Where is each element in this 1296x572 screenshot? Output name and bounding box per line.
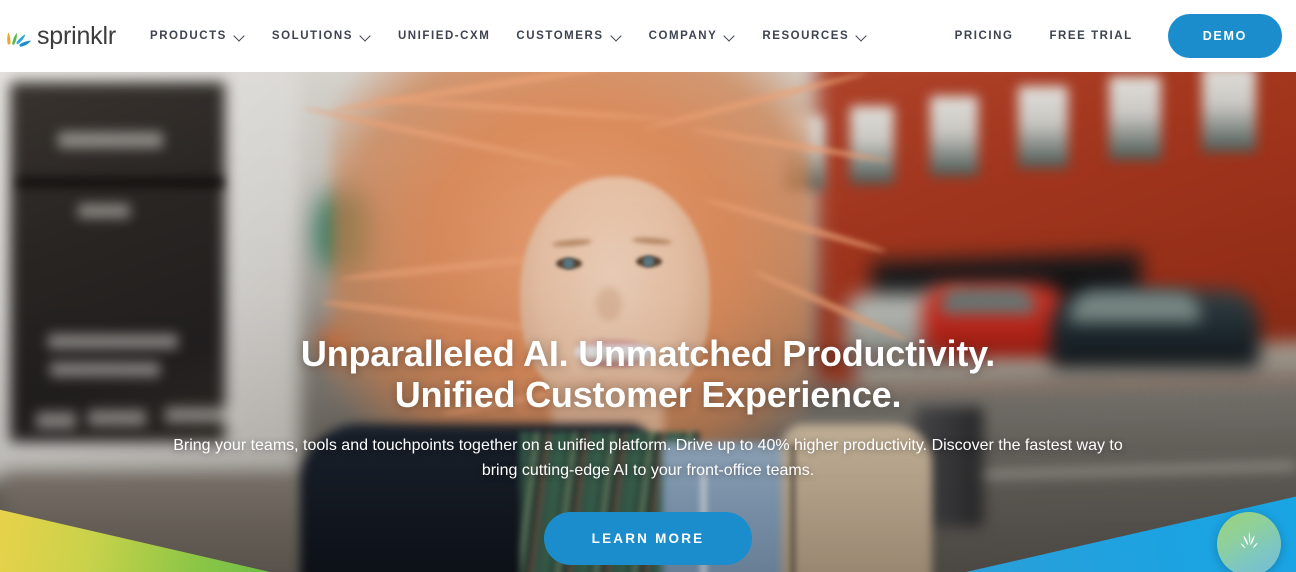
header-utility-group: PRICING FREE TRIAL DEMO	[937, 0, 1282, 72]
nav-item-label: UNIFIED-CXM	[397, 30, 491, 42]
chevron-down-icon	[235, 31, 246, 42]
nav-item-company[interactable]: COMPANY	[636, 0, 750, 72]
hero-subheadline-line-1: Bring your teams, tools and touchpoints …	[173, 437, 1105, 454]
nav-item-solutions[interactable]: SOLUTIONS	[259, 0, 385, 72]
hero-subheadline: Bring your teams, tools and touchpoints …	[173, 433, 1123, 483]
chevron-down-icon	[612, 31, 623, 42]
nav-item-label: CUSTOMERS	[516, 30, 604, 42]
hero-content: Unparalleled AI. Unmatched Productivity.…	[0, 72, 1296, 572]
nav-item-label: SOLUTIONS	[271, 30, 353, 42]
pricing-link[interactable]: PRICING	[937, 30, 1032, 42]
chat-widget-button[interactable]	[1217, 512, 1281, 572]
primary-nav: PRODUCTS SOLUTIONS UNIFIED-CXM CUSTOMERS…	[137, 0, 881, 72]
hero-section: Unparalleled AI. Unmatched Productivity.…	[0, 72, 1296, 572]
sprinklr-droplets-logo-icon	[4, 21, 34, 51]
chevron-down-icon	[725, 31, 736, 42]
hero-headline-line-1: Unparalleled AI. Unmatched Productivity.	[300, 333, 996, 374]
nav-item-unified-cxm[interactable]: UNIFIED-CXM	[385, 0, 503, 72]
sprinklr-droplet-chat-icon	[1232, 525, 1266, 564]
nav-item-customers[interactable]: CUSTOMERS	[503, 0, 635, 72]
chevron-down-icon	[857, 31, 868, 42]
demo-button[interactable]: DEMO	[1167, 14, 1282, 58]
hero-headline: Unparalleled AI. Unmatched Productivity.…	[301, 333, 995, 415]
site-header: sprinklr PRODUCTS SOLUTIONS UNIFIED-CXM …	[0, 0, 1296, 72]
nav-item-products[interactable]: PRODUCTS	[137, 0, 259, 72]
learn-more-button[interactable]: LEARN MORE	[543, 512, 753, 565]
chevron-down-icon	[361, 31, 372, 42]
nav-item-label: RESOURCES	[762, 30, 850, 42]
brand-name: sprinklr	[37, 21, 116, 50]
free-trial-link[interactable]: FREE TRIAL	[1031, 30, 1150, 42]
nav-item-label: PRODUCTS	[149, 30, 227, 42]
nav-item-label: COMPANY	[648, 30, 718, 42]
hero-headline-line-2: Unified Customer Experience.	[394, 374, 902, 415]
nav-item-resources[interactable]: RESOURCES	[749, 0, 881, 72]
brand-logo[interactable]: sprinklr	[4, 0, 116, 72]
